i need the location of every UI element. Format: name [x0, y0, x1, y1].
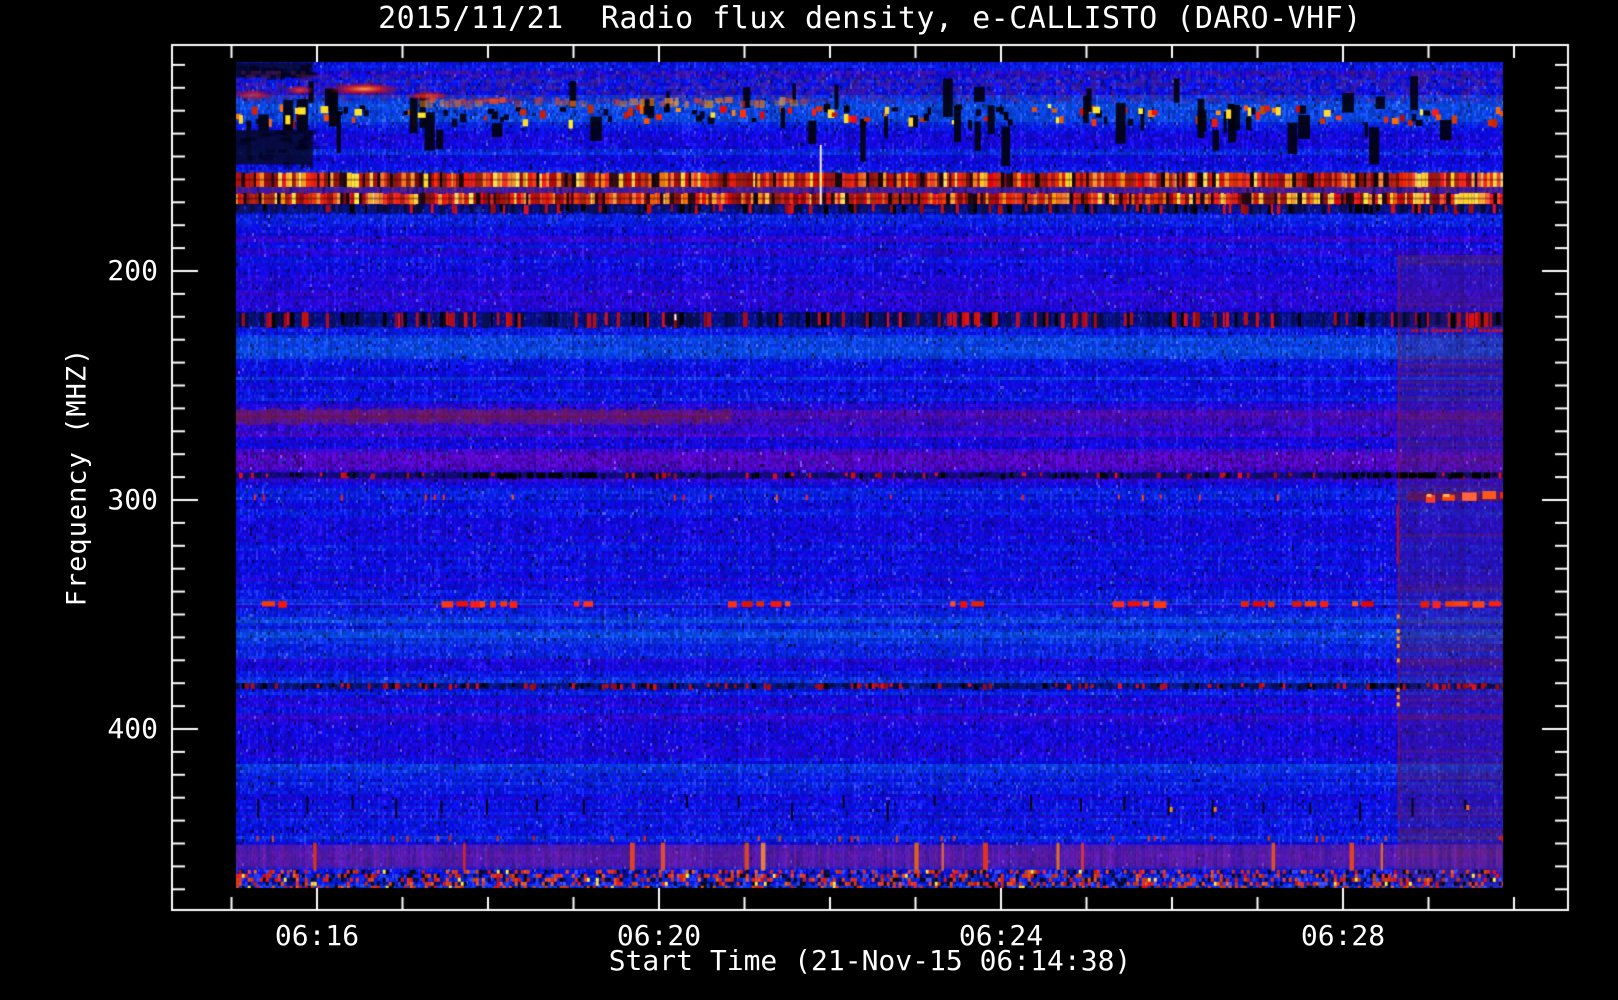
y-axis-label: Frequency (MHZ)	[61, 347, 93, 607]
x-tick-label: 06:16	[274, 919, 360, 952]
spectrogram-canvas	[0, 0, 1618, 1000]
x-tick-label: 06:24	[958, 919, 1044, 952]
y-tick-label: 400	[107, 712, 158, 745]
spectrogram-page: 2015/11/21 Radio flux density, e-CALLIST…	[0, 0, 1618, 1000]
x-tick-label: 06:20	[616, 919, 702, 952]
y-tick-label: 300	[107, 483, 158, 516]
x-tick-label: 06:28	[1300, 919, 1386, 952]
plot-title: 2015/11/21 Radio flux density, e-CALLIST…	[378, 1, 1362, 36]
y-tick-label: 200	[107, 254, 158, 287]
